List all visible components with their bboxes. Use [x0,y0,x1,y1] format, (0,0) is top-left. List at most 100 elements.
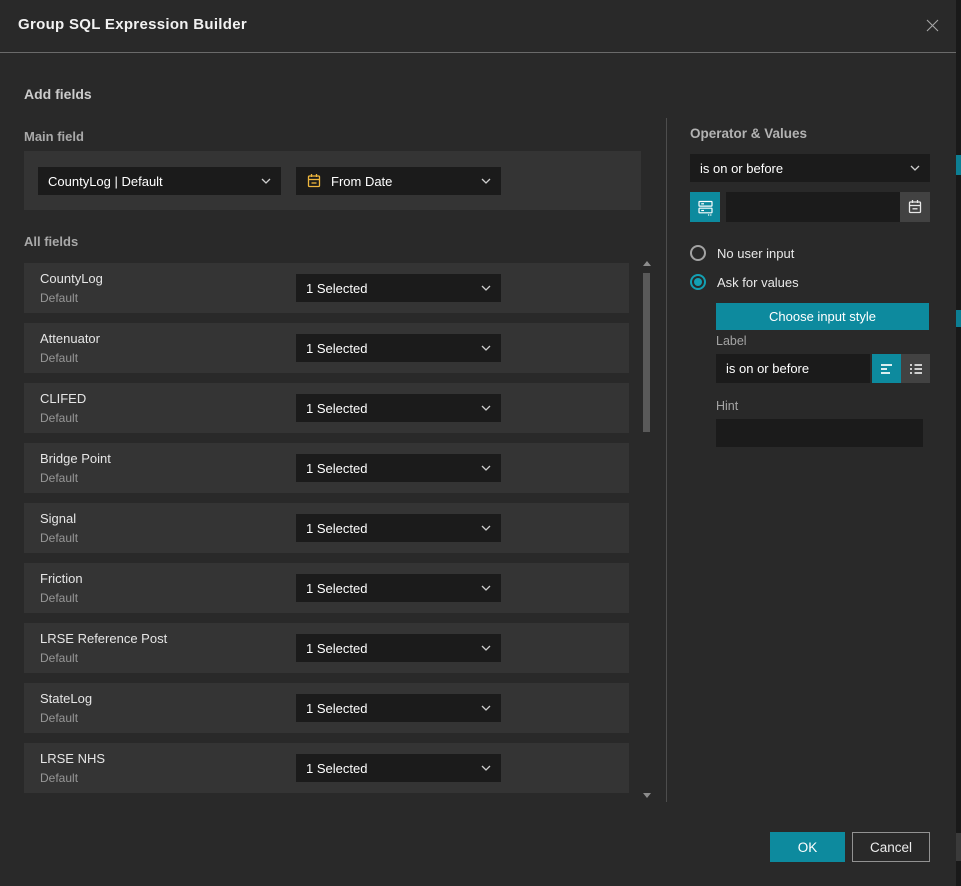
all-fields-list: CountyLog Default 1 Selected Attenuator … [24,263,629,803]
hint-caption: Hint [716,399,738,413]
main-layer-dropdown[interactable]: CountyLog | Default [38,167,281,195]
field-row: StateLog Default 1 Selected [24,683,629,733]
field-row: Friction Default 1 Selected [24,563,629,613]
chevron-down-icon [481,585,491,591]
panel-divider [666,118,667,802]
list-input-style-button[interactable] [901,354,930,383]
radio-no-user-input[interactable]: No user input [690,245,794,261]
date-value-input[interactable] [726,192,900,222]
field-layer-sublabel: Default [40,471,78,485]
radio-ask-for-values[interactable]: Ask for values [690,274,799,290]
chevron-down-icon [261,178,271,184]
field-name: LRSE Reference Post [40,631,167,646]
single-line-input-style-button[interactable] [872,354,901,383]
add-fields-heading: Add fields [24,86,92,102]
align-left-icon [879,362,895,376]
operator-dropdown[interactable]: is on or before [690,154,930,182]
field-name: Signal [40,511,76,526]
cancel-button[interactable]: Cancel [852,832,930,862]
ok-button[interactable]: OK [770,832,845,862]
calendar-icon [907,199,923,215]
field-name: Bridge Point [40,451,111,466]
field-name: LRSE NHS [40,751,105,766]
field-row: CountyLog Default 1 Selected [24,263,629,313]
background-fragment [956,833,961,861]
field-name: Friction [40,571,83,586]
label-input[interactable] [716,354,870,383]
field-selection-value: 1 Selected [306,341,367,356]
chevron-down-icon [481,465,491,471]
hint-input[interactable] [716,419,923,447]
chevron-down-icon [481,285,491,291]
main-field-heading: Main field [24,129,84,144]
field-row: LRSE Reference Post Default 1 Selected [24,623,629,673]
field-selection-value: 1 Selected [306,581,367,596]
main-field-dropdown-value: From Date [331,174,392,189]
close-button[interactable] [920,13,944,37]
field-selection-value: 1 Selected [306,701,367,716]
main-field-dropdown[interactable]: From Date [296,167,501,195]
chevron-down-icon [910,165,920,171]
operator-dropdown-value: is on or before [700,161,783,176]
chevron-down-icon [481,705,491,711]
chevron-down-icon [481,345,491,351]
main-field-panel: CountyLog | Default From Date [24,151,641,210]
background-fragment [956,155,961,175]
field-layer-sublabel: Default [40,291,78,305]
field-selection-value: 1 Selected [306,761,367,776]
radio-no-user-input-label: No user input [717,246,794,261]
field-layer-sublabel: Default [40,651,78,665]
dialog-title: Group SQL Expression Builder [18,16,247,33]
unique-values-button[interactable] [690,192,720,222]
radio-selected-icon [690,274,706,290]
field-row: LRSE NHS Default 1 Selected [24,743,629,793]
field-name: CountyLog [40,271,103,286]
field-layer-sublabel: Default [40,711,78,725]
field-layer-sublabel: Default [40,411,78,425]
stacked-values-icon [696,198,715,217]
scrollbar-thumb[interactable] [643,273,650,432]
field-row: Attenuator Default 1 Selected [24,323,629,373]
field-name: CLIFED [40,391,86,406]
field-layer-sublabel: Default [40,591,78,605]
choose-input-style-button[interactable]: Choose input style [716,303,929,330]
radio-unselected-icon [690,245,706,261]
field-selection-dropdown[interactable]: 1 Selected [296,574,501,602]
field-selection-dropdown[interactable]: 1 Selected [296,454,501,482]
all-fields-heading: All fields [24,234,78,249]
field-row: Bridge Point Default 1 Selected [24,443,629,493]
chevron-down-icon [481,178,491,184]
scroll-up-arrow-icon[interactable] [643,261,651,266]
field-selection-value: 1 Selected [306,401,367,416]
chevron-down-icon [481,765,491,771]
field-selection-value: 1 Selected [306,281,367,296]
background-fragment [956,310,961,327]
date-picker-button[interactable] [900,192,930,222]
calendar-icon [306,173,322,189]
operator-values-heading: Operator & Values [690,126,807,141]
scroll-down-arrow-icon[interactable] [643,793,651,798]
close-icon [925,18,940,33]
field-row: CLIFED Default 1 Selected [24,383,629,433]
field-name: StateLog [40,691,92,706]
dialog-titlebar: Group SQL Expression Builder [0,0,956,53]
field-selection-dropdown[interactable]: 1 Selected [296,334,501,362]
all-fields-scrollbar[interactable] [641,257,652,802]
field-selection-value: 1 Selected [306,641,367,656]
field-layer-sublabel: Default [40,531,78,545]
field-selection-dropdown[interactable]: 1 Selected [296,274,501,302]
field-selection-dropdown[interactable]: 1 Selected [296,514,501,542]
field-selection-dropdown[interactable]: 1 Selected [296,634,501,662]
field-selection-dropdown[interactable]: 1 Selected [296,394,501,422]
field-layer-sublabel: Default [40,771,78,785]
chevron-down-icon [481,645,491,651]
field-selection-value: 1 Selected [306,521,367,536]
field-name: Attenuator [40,331,100,346]
main-layer-dropdown-value: CountyLog | Default [48,174,163,189]
label-caption: Label [716,334,747,348]
field-selection-dropdown[interactable]: 1 Selected [296,694,501,722]
field-selection-dropdown[interactable]: 1 Selected [296,754,501,782]
bullet-list-icon [908,362,924,376]
group-sql-expression-builder-dialog: Group SQL Expression Builder Add fields … [0,0,956,886]
background-app-edge [956,0,961,886]
